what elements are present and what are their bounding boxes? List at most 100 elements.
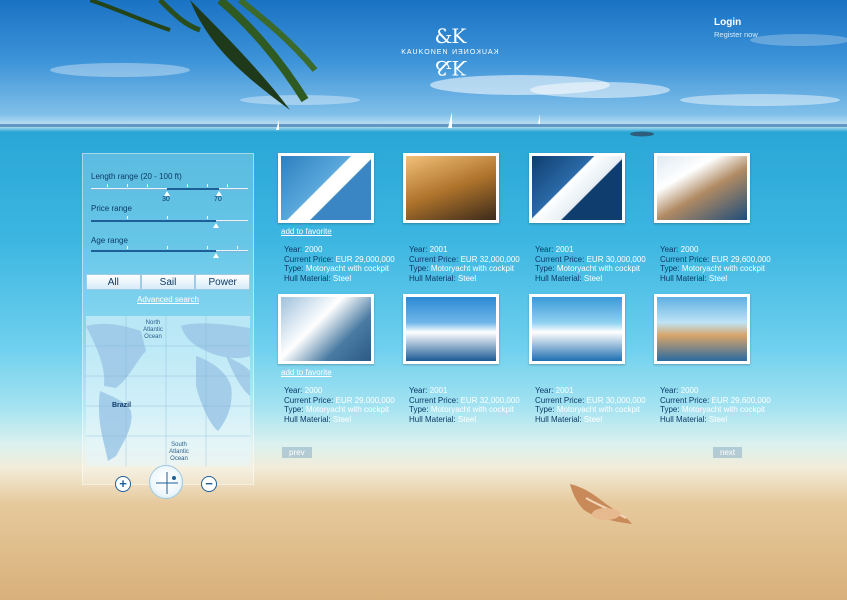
type-all-button[interactable]: All: [86, 274, 141, 290]
price-value: EUR 29,600,000: [711, 395, 771, 405]
price-label: Current Price:: [660, 254, 710, 264]
listing-details: Year: 2000 Current Price: EUR 29,600,000…: [660, 386, 771, 424]
yacht-image: [532, 297, 622, 361]
yacht-photo[interactable]: [278, 153, 374, 223]
yacht-image: [281, 156, 371, 220]
type-label: Type:: [660, 264, 680, 273]
listing-details: Year: 2001 Current Price: EUR 32,000,000…: [409, 386, 520, 424]
price-value: EUR 32,000,000: [460, 395, 520, 405]
age-range-slider[interactable]: [91, 246, 248, 258]
listing-card[interactable]: add to favorite Year: 2000 Current Price…: [278, 294, 408, 429]
year-value: 2000: [304, 245, 323, 254]
listing-card[interactable]: Year: 2001 Current Price: EUR 32,000,000…: [403, 294, 533, 429]
price-label: Current Price:: [409, 395, 459, 405]
type-sail-button[interactable]: Sail: [140, 274, 196, 290]
add-to-favorite-link[interactable]: add to favorite: [281, 368, 332, 377]
boat-type-toggle: All Sail Power: [86, 274, 251, 290]
type-value: Motoryacht with cockpit: [681, 405, 765, 414]
yacht-photo[interactable]: [278, 294, 374, 364]
listing-card[interactable]: Year: 2000 Current Price: EUR 29,600,000…: [654, 294, 784, 429]
price-value: EUR 29,000,000: [335, 395, 395, 405]
type-label: Type:: [660, 405, 680, 414]
price-range-slider[interactable]: [91, 216, 248, 228]
type-value: Motoryacht with cockpit: [556, 405, 640, 414]
brand-logo[interactable]: &K KAUKONEN KAUKONEN &K: [394, 26, 506, 80]
hull-label: Hull Material:: [535, 273, 582, 283]
listing-details: Year: 2000 Current Price: EUR 29,000,000…: [284, 386, 395, 424]
price-label: Current Price:: [284, 395, 334, 405]
year-value: 2001: [429, 245, 448, 254]
year-label: Year:: [284, 386, 303, 395]
type-label: Type:: [409, 405, 429, 414]
plus-icon: +: [119, 476, 127, 491]
type-label: Type:: [284, 405, 304, 414]
listing-card[interactable]: Year: 2000 Current Price: EUR 29,600,000…: [654, 153, 784, 288]
year-value: 2000: [680, 245, 699, 254]
yacht-photo[interactable]: [654, 294, 750, 364]
price-value: EUR 30,000,000: [586, 395, 646, 405]
year-label: Year:: [660, 386, 679, 395]
length-range-label: Length range (20 - 100 ft): [91, 172, 182, 181]
year-value: 2001: [429, 386, 448, 395]
register-link[interactable]: Register now: [714, 30, 758, 39]
hull-value: Steel: [457, 414, 477, 424]
hull-label: Hull Material:: [409, 273, 456, 283]
hull-value: Steel: [708, 273, 728, 283]
add-to-favorite-link[interactable]: add to favorite: [281, 227, 332, 236]
year-label: Year:: [660, 245, 679, 254]
type-value: Motoryacht with cockpit: [305, 405, 389, 414]
length-max-value: 70: [214, 196, 222, 203]
listing-card[interactable]: add to favorite Year: 2000 Current Price…: [278, 153, 408, 288]
listing-card[interactable]: Year: 2001 Current Price: EUR 30,000,000…: [529, 294, 659, 429]
listing-card[interactable]: Year: 2001 Current Price: EUR 30,000,000…: [529, 153, 659, 288]
yacht-photo[interactable]: [403, 153, 499, 223]
yacht-photo[interactable]: [403, 294, 499, 364]
type-label: Type:: [535, 264, 555, 273]
compass-icon: [156, 472, 178, 494]
next-page-button[interactable]: next: [713, 447, 743, 458]
seashell-decoration: [570, 484, 632, 524]
listing-details: Year: 2001 Current Price: EUR 32,000,000…: [409, 245, 520, 283]
hull-label: Hull Material:: [284, 273, 331, 283]
price-label: Current Price:: [535, 254, 585, 264]
type-label: Type:: [284, 264, 304, 273]
listing-card[interactable]: Year: 2001 Current Price: EUR 32,000,000…: [403, 153, 533, 288]
world-map[interactable]: North Atlantic Ocean Brazil South Atlant…: [86, 316, 250, 466]
year-label: Year:: [284, 245, 303, 254]
length-range-slider[interactable]: 30 70: [91, 184, 248, 203]
price-value: EUR 29,600,000: [711, 254, 771, 264]
hull-value: Steel: [332, 414, 352, 424]
yacht-image: [532, 156, 622, 220]
type-label: Type:: [535, 405, 555, 414]
zoom-out-button[interactable]: −: [201, 476, 217, 492]
price-max-handle[interactable]: [213, 223, 219, 228]
palm-leaves: [90, 0, 318, 110]
yacht-image: [657, 297, 747, 361]
yacht-photo[interactable]: [654, 153, 750, 223]
map-label-south-atlantic: South Atlantic Ocean: [169, 442, 189, 462]
price-value: EUR 30,000,000: [586, 254, 646, 264]
logo-mark-reflection: &K: [434, 56, 466, 80]
listing-details: Year: 2001 Current Price: EUR 30,000,000…: [535, 386, 646, 424]
prev-page-button[interactable]: prev: [282, 447, 312, 458]
hull-value: Steel: [708, 414, 728, 424]
yacht-image: [281, 297, 371, 361]
login-link[interactable]: Login: [714, 17, 758, 28]
minus-icon: −: [205, 476, 213, 491]
hull-label: Hull Material:: [409, 414, 456, 424]
hull-label: Hull Material:: [535, 414, 582, 424]
type-value: Motoryacht with cockpit: [430, 264, 514, 273]
hull-label: Hull Material:: [660, 414, 707, 424]
zoom-in-button[interactable]: +: [115, 476, 131, 492]
year-label: Year:: [535, 245, 554, 254]
age-max-handle[interactable]: [213, 253, 219, 258]
yacht-photo[interactable]: [529, 153, 625, 223]
map-compass[interactable]: [149, 465, 183, 499]
age-range-label: Age range: [91, 236, 128, 245]
type-label: Type:: [409, 264, 429, 273]
yacht-photo[interactable]: [529, 294, 625, 364]
year-value: 2001: [555, 386, 574, 395]
type-power-button[interactable]: Power: [195, 274, 251, 290]
year-label: Year:: [409, 245, 428, 254]
advanced-search-link[interactable]: Advanced search: [82, 295, 254, 304]
